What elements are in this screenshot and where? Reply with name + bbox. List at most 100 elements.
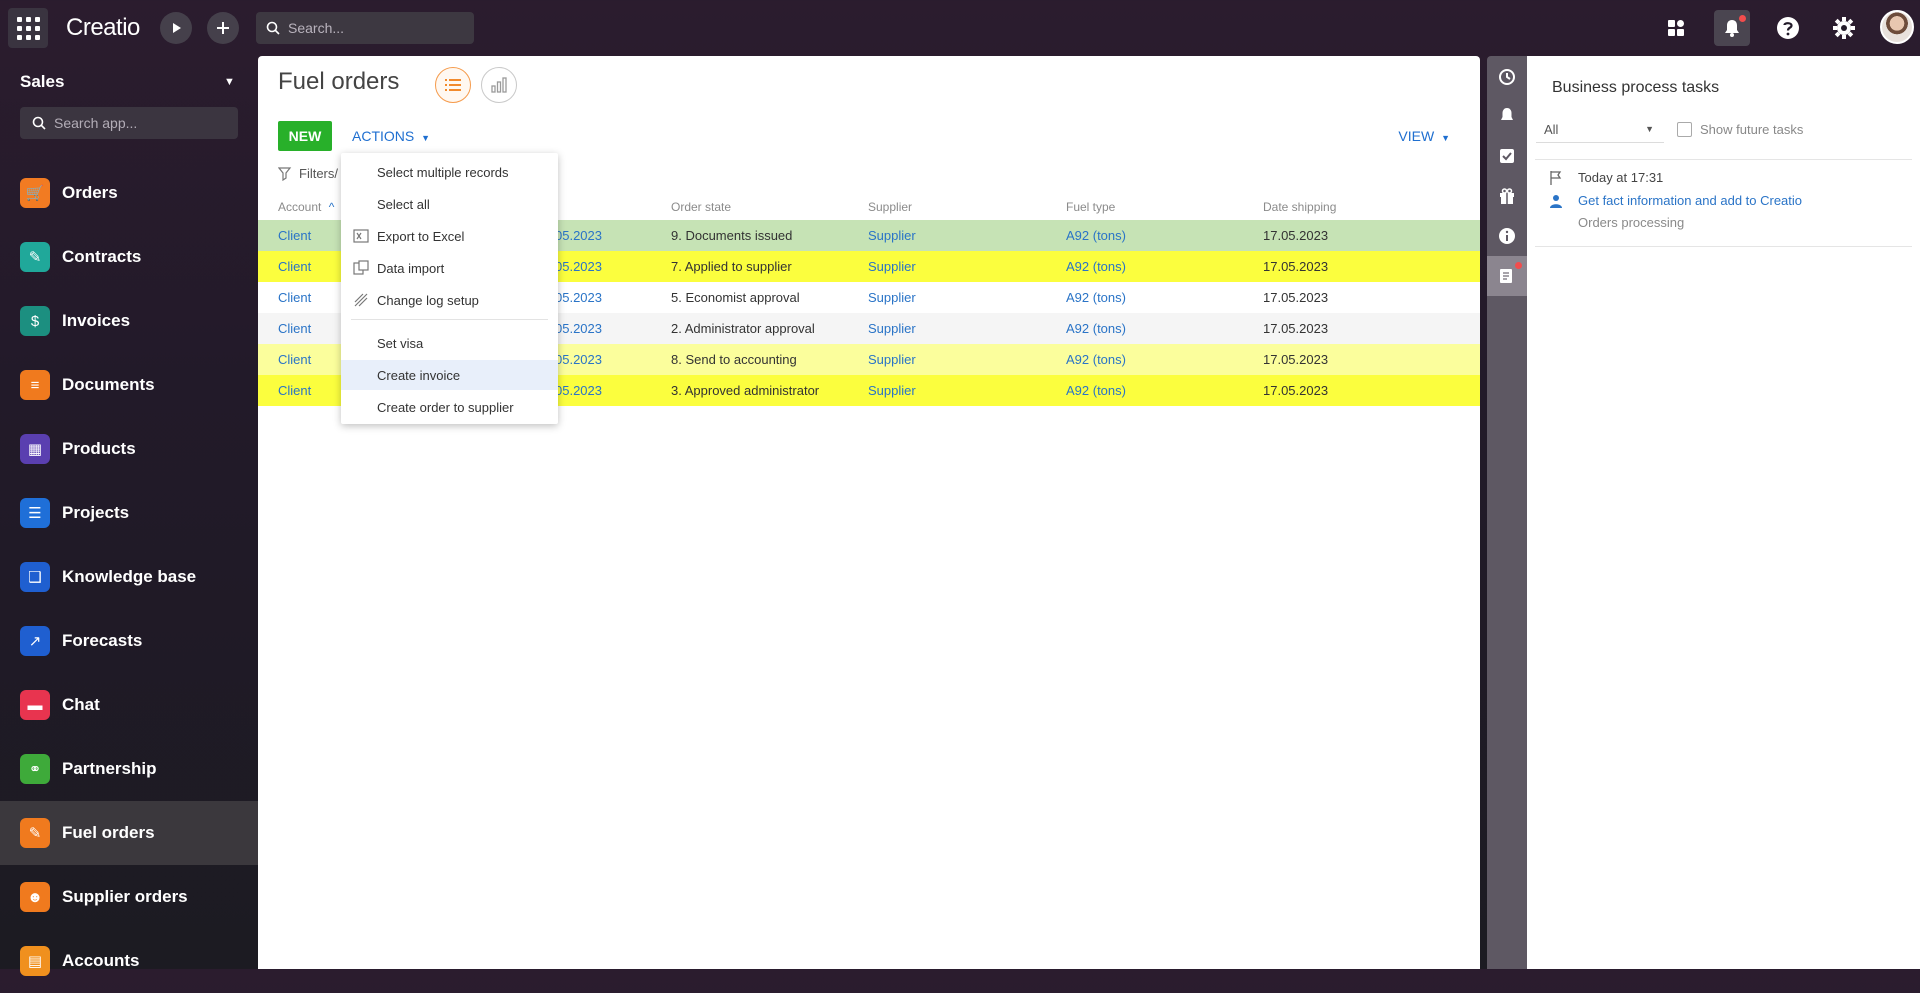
menu-divider — [351, 319, 548, 320]
date-cell[interactable]: 05.2023 — [555, 344, 602, 375]
date-shipping-cell: 17.05.2023 — [1263, 352, 1329, 367]
sidebar-item-label: Chat — [62, 695, 100, 714]
sidebar-item-fuel-orders[interactable]: ✎ Fuel orders — [0, 801, 258, 865]
column-header-fuel-type[interactable]: Fuel type — [1066, 194, 1115, 220]
fuel-type-link[interactable]: A92 (tons) — [1066, 375, 1126, 406]
app-search-input[interactable]: Search app... — [20, 107, 238, 139]
timeline-button[interactable] — [1493, 62, 1521, 90]
sidebar-item-partnership[interactable]: ⚭ Partnership — [0, 737, 258, 801]
sidebar-item-label: Contracts — [62, 247, 142, 266]
order-state-cell: 5. Economist approval — [671, 290, 800, 305]
notifications-button[interactable] — [1714, 10, 1750, 46]
show-future-tasks-checkbox[interactable]: Show future tasks — [1677, 122, 1803, 137]
workspace-title[interactable]: Sales — [20, 72, 64, 92]
view-button[interactable]: VIEW ▼ — [1398, 128, 1450, 144]
tasks-button[interactable] — [1493, 142, 1521, 170]
sidebar-item-accounts[interactable]: ▤ Accounts — [0, 929, 258, 993]
dashboard-icon — [1668, 20, 1684, 36]
account-link[interactable]: Client — [278, 313, 311, 344]
global-search-input[interactable]: Search... — [256, 12, 474, 44]
supplier-link[interactable]: Supplier — [868, 313, 916, 344]
sidebar-item-invoices[interactable]: $ Invoices — [0, 289, 258, 353]
date-cell[interactable]: 05.2023 — [555, 220, 602, 251]
notification-center-button[interactable] — [1493, 102, 1521, 130]
column-header-supplier[interactable]: Supplier — [868, 194, 912, 220]
caret-down-icon: ▼ — [1441, 133, 1450, 143]
document-icon: ≡ — [20, 370, 50, 400]
user-avatar[interactable] — [1880, 10, 1914, 44]
run-process-button[interactable] — [160, 12, 192, 44]
menu-item-set-visa[interactable]: Set visa — [341, 328, 558, 358]
menu-item-label: Select multiple records — [377, 164, 509, 180]
account-link[interactable]: Client — [278, 375, 311, 406]
process-tasks-button[interactable] — [1487, 256, 1527, 296]
fuel-type-link[interactable]: A92 (tons) — [1066, 313, 1126, 344]
filters-toggle[interactable]: Filters/ — [278, 166, 338, 181]
sidebar-item-chat[interactable]: ▬ Chat — [0, 673, 258, 737]
actions-button[interactable]: ACTIONS ▼ — [352, 128, 430, 144]
handshake-icon: ⚭ — [20, 754, 50, 784]
supplier-link[interactable]: Supplier — [868, 282, 916, 313]
actions-label: ACTIONS — [352, 128, 415, 144]
date-cell[interactable]: 05.2023 — [555, 251, 602, 282]
date-cell[interactable]: 05.2023 — [555, 375, 602, 406]
help-button[interactable] — [1770, 10, 1806, 46]
account-link[interactable]: Client — [278, 282, 311, 313]
analytics-view-button[interactable] — [481, 67, 517, 103]
account-link[interactable]: Client — [278, 344, 311, 375]
workspace-caret-icon[interactable]: ▼ — [224, 76, 235, 88]
menu-item-select-all[interactable]: Select all — [341, 189, 558, 219]
menu-item-select-multiple[interactable]: Select multiple records — [341, 157, 558, 187]
supplier-link[interactable]: Supplier — [868, 251, 916, 282]
supplier-link[interactable]: Supplier — [868, 220, 916, 251]
sidebar-item-supplier-orders[interactable]: ☻ Supplier orders — [0, 865, 258, 929]
sidebar-item-contracts[interactable]: ✎ Contracts — [0, 225, 258, 289]
fuel-type-link[interactable]: A92 (tons) — [1066, 220, 1126, 251]
sidebar-item-products[interactable]: ▦ Products — [0, 417, 258, 481]
app-launcher-button[interactable] — [8, 8, 48, 48]
settings-button[interactable] — [1826, 10, 1862, 46]
info-button[interactable] — [1493, 222, 1521, 250]
sidebar-item-label: Fuel orders — [62, 823, 155, 842]
date-cell[interactable]: 05.2023 — [555, 282, 602, 313]
search-icon — [32, 116, 46, 130]
date-cell[interactable]: 05.2023 — [555, 313, 602, 344]
column-header-order-state[interactable]: Order state — [671, 194, 731, 220]
menu-item-export-excel[interactable]: Export to Excel — [341, 221, 558, 251]
menu-item-create-order-to-supplier[interactable]: Create order to supplier — [341, 392, 558, 422]
accounts-icon: ▤ — [20, 946, 50, 976]
sidebar-item-orders[interactable]: 🛒 Orders — [0, 161, 258, 225]
list-view-button[interactable] — [435, 67, 471, 103]
order-state-cell: 2. Administrator approval — [671, 321, 815, 336]
create-button[interactable] — [207, 12, 239, 44]
global-search-placeholder: Search... — [288, 20, 345, 36]
menu-item-data-import[interactable]: Data import — [341, 253, 558, 283]
cart-icon: 🛒 — [20, 178, 50, 208]
menu-item-label: Set visa — [377, 335, 424, 351]
supplier-link[interactable]: Supplier — [868, 344, 916, 375]
task-title-link[interactable]: Get fact information and add to Creatio — [1578, 193, 1802, 208]
new-record-button[interactable]: NEW — [278, 121, 332, 151]
sidebar-item-forecasts[interactable]: ↗ Forecasts — [0, 609, 258, 673]
creatio-logo[interactable]: Creatio — [66, 14, 140, 42]
gifts-button[interactable] — [1493, 182, 1521, 210]
sidebar-item-knowledge-base[interactable]: ❑ Knowledge base — [0, 545, 258, 609]
menu-item-create-invoice[interactable]: Create invoice — [341, 360, 558, 390]
fuel-type-link[interactable]: A92 (tons) — [1066, 344, 1126, 375]
fuel-type-link[interactable]: A92 (tons) — [1066, 282, 1126, 313]
task-filter-select[interactable]: All ▼ — [1536, 118, 1664, 143]
supplier-link[interactable]: Supplier — [868, 375, 916, 406]
menu-item-change-log-setup[interactable]: Change log setup — [341, 285, 558, 315]
fuel-type-link[interactable]: A92 (tons) — [1066, 251, 1126, 282]
account-link[interactable]: Client — [278, 220, 311, 251]
view-label: VIEW — [1398, 128, 1435, 144]
widgets-button[interactable] — [1658, 10, 1694, 46]
account-link[interactable]: Client — [278, 251, 311, 282]
sidebar-item-label: Documents — [62, 375, 155, 394]
sidebar-item-label: Forecasts — [62, 631, 143, 650]
column-header-account[interactable]: Account ^ — [278, 194, 334, 220]
column-header-date-shipping[interactable]: Date shipping — [1263, 194, 1336, 220]
sidebar-item-projects[interactable]: ☰ Projects — [0, 481, 258, 545]
sidebar-item-documents[interactable]: ≡ Documents — [0, 353, 258, 417]
forecast-chart-icon: ↗ — [20, 626, 50, 656]
